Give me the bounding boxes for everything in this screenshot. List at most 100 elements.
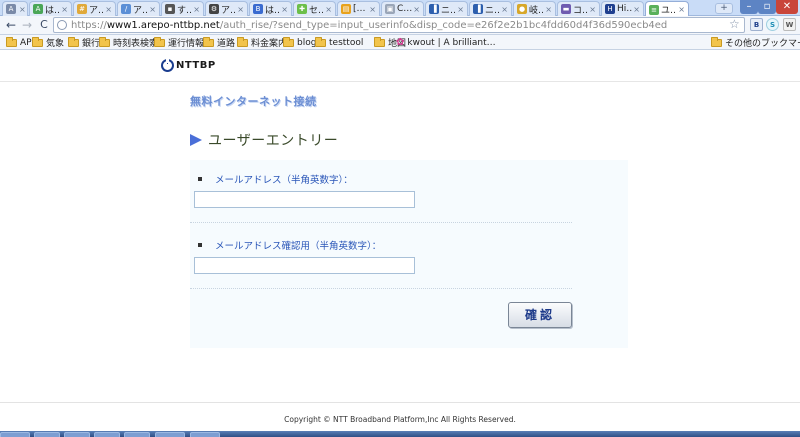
browser-tab[interactable]: ▐ニ…× — [425, 1, 468, 16]
folder-icon — [283, 36, 294, 47]
browser-tab[interactable]: #ア…× — [73, 1, 116, 16]
tab-title: ア… — [221, 5, 236, 16]
tab-title: は… — [45, 5, 60, 16]
tab-close-icon[interactable]: × — [105, 5, 112, 14]
reload-icon[interactable]: C — [37, 18, 51, 32]
email-input[interactable] — [194, 191, 415, 208]
logo-text: NTTBP — [176, 60, 216, 71]
tab-title: ア… — [133, 5, 148, 16]
maximize-button[interactable]: ▫ — [758, 0, 776, 14]
browser-tab[interactable]: ≡ ユ… × — [645, 1, 689, 17]
tab-close-icon[interactable]: × — [501, 5, 508, 14]
taskbar-button[interactable] — [34, 432, 60, 437]
confirm-button[interactable]: 確認 — [508, 302, 572, 328]
tab-close-icon[interactable]: × — [281, 5, 288, 14]
close-window-button[interactable]: ✕ — [776, 0, 798, 14]
browser-tab[interactable]: /ア…× — [117, 1, 160, 16]
tab-close-icon[interactable]: × — [545, 5, 552, 14]
tab-close-icon[interactable]: × — [61, 5, 68, 14]
tab-title: す… — [177, 5, 192, 16]
footer-divider — [0, 402, 800, 403]
browser-toolbar: ← → C https://www1.arepo-nttbp.net/auth_… — [0, 16, 800, 35]
start-button[interactable] — [0, 432, 30, 437]
section-heading: ユーザーエントリー — [190, 130, 338, 150]
email-confirm-input[interactable] — [194, 257, 415, 274]
wrench-menu-icon[interactable]: W — [783, 18, 796, 31]
extension-b-icon[interactable]: B — [750, 18, 763, 31]
bookmark-label: その他のブックマーク — [725, 39, 800, 49]
tab-close-icon[interactable]: × — [237, 5, 244, 14]
bookmark-folder[interactable]: 気象 — [32, 36, 64, 49]
tab-title: ア… — [89, 5, 104, 16]
bookmark-folder[interactable]: 時刻表検索 — [99, 36, 158, 49]
bookmark-folder[interactable]: 運行情報 — [154, 36, 204, 49]
tab-close-icon[interactable]: × — [193, 5, 200, 14]
browser-tab[interactable]: Aは…× — [2, 1, 28, 16]
browser-tab[interactable]: ●岐…× — [513, 1, 556, 16]
new-tab-button[interactable]: + — [715, 3, 733, 14]
taskbar-button[interactable] — [190, 432, 220, 437]
tab-favicon-icon: B — [253, 4, 263, 14]
browser-tab[interactable]: ▣ C… × — [381, 1, 424, 16]
bookmark-label: 料金案内 — [251, 39, 288, 49]
power-logo-icon — [161, 58, 174, 72]
browser-tab[interactable]: ✚セ…× — [293, 1, 336, 16]
section-heading-text: ユーザーエントリー — [208, 133, 339, 149]
browser-tab[interactable]: Bは…× — [249, 1, 292, 16]
browser-tab[interactable]: ⚙ア…× — [205, 1, 248, 16]
email-confirm-label: メールアドレス確認用（半角英数字）： — [215, 241, 382, 252]
service-title: 無料インターネット接続 — [190, 95, 317, 108]
tab-close-icon[interactable]: × — [413, 5, 420, 14]
address-bar[interactable]: https://www1.arepo-nttbp.net/auth_rise/?… — [53, 17, 745, 33]
bookmark-label: testtool — [329, 37, 364, 48]
tab-title: Hi… — [617, 4, 632, 14]
tab-close-icon[interactable]: × — [325, 5, 332, 14]
tab-close-icon[interactable]: × — [589, 5, 596, 14]
tab-favicon-icon: ▬ — [561, 4, 571, 14]
browser-tab[interactable]: HHi…× — [601, 1, 644, 16]
browser-tab[interactable]: ▐ニ…× — [469, 1, 512, 16]
bookmark-link[interactable]: ✿ kwout | A brilliant… — [396, 36, 496, 49]
nttbp-logo[interactable]: NTTBP — [161, 58, 216, 72]
taskbar-button[interactable] — [124, 432, 150, 437]
tab-favicon-icon: ✚ — [297, 4, 307, 14]
url-path: /auth_rise/?send_type=input_userinfo&dis… — [219, 19, 668, 31]
back-icon[interactable]: ← — [4, 18, 18, 32]
tab-favicon-icon: A — [6, 4, 16, 14]
taskbar-button[interactable] — [155, 432, 185, 437]
tab-close-icon[interactable]: × — [457, 5, 464, 14]
secure-site-icon — [57, 20, 67, 30]
bookmark-folder[interactable]: 道路 — [203, 36, 235, 49]
tab-close-icon[interactable]: × — [678, 5, 685, 14]
entry-form: メールアドレス（半角英数字）： メールアドレス確認用（半角英数字）： 確認 — [190, 160, 628, 348]
folder-icon — [711, 36, 722, 47]
bookmark-folder[interactable]: testtool — [315, 36, 363, 49]
taskbar-button[interactable] — [94, 432, 120, 437]
tab-favicon-icon: ▐ — [473, 4, 483, 14]
tab-title: ユ… — [661, 6, 678, 16]
tab-close-icon[interactable]: × — [633, 5, 640, 14]
url-text[interactable]: https://www1.arepo-nttbp.net/auth_rise/?… — [71, 20, 667, 31]
bookmark-folder[interactable]: 料金案内 — [237, 36, 287, 49]
bookmark-folder[interactable]: 銀行 — [68, 36, 100, 49]
other-bookmarks-folder[interactable]: その他のブックマーク — [711, 36, 800, 49]
tab-favicon-icon: / — [121, 4, 131, 14]
copyright-text: Copyright © NTT Broadband Platform,Inc A… — [284, 415, 516, 424]
tab-close-icon[interactable]: × — [149, 5, 156, 14]
browser-tab[interactable]: ▤ [… × — [337, 1, 380, 16]
browser-tab[interactable]: ▬コ…× — [557, 1, 600, 16]
bookmark-folder[interactable]: blog — [283, 36, 316, 49]
browser-tab[interactable]: ▪す…× — [161, 1, 204, 16]
tab-favicon-icon: ▣ — [385, 4, 395, 14]
tab-close-icon[interactable]: × — [369, 5, 376, 14]
tab-favicon-icon: ≡ — [649, 4, 659, 15]
folder-icon — [203, 36, 214, 47]
extension-s-icon[interactable]: S — [766, 18, 779, 31]
taskbar-button[interactable] — [64, 432, 90, 437]
browser-tab[interactable]: Aは…× — [29, 1, 72, 16]
bookmark-star-icon[interactable]: ☆ — [729, 17, 740, 31]
bookmark-folder[interactable]: AP — [6, 36, 32, 49]
minimize-button[interactable]: – — [740, 0, 758, 14]
forward-icon[interactable]: → — [20, 18, 34, 32]
tab-close-icon[interactable]: × — [19, 5, 26, 14]
